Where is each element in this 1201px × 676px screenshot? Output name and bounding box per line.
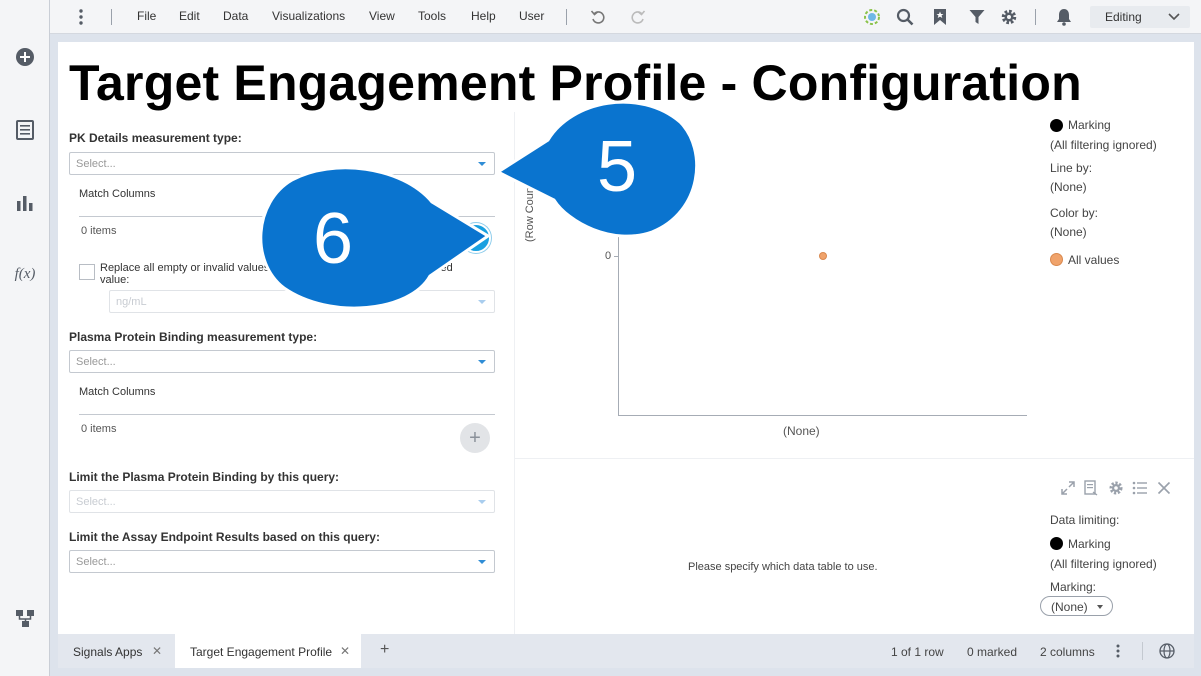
data-table-icon[interactable] xyxy=(13,118,37,142)
callout-6-icon xyxy=(259,166,491,310)
limit-assay-placeholder: Select... xyxy=(76,556,116,568)
close-icon[interactable]: ✕ xyxy=(152,644,162,658)
callout-6-number: 6 xyxy=(313,199,354,279)
row-count-status[interactable]: 1 of 1 row xyxy=(891,645,944,659)
menu-user[interactable]: User xyxy=(519,9,544,23)
legend-line-by-value[interactable]: (None) xyxy=(1050,180,1087,194)
mode-select[interactable]: Editing xyxy=(1090,6,1190,28)
data-canvas-icon[interactable] xyxy=(13,606,37,630)
scatter-point[interactable] xyxy=(819,252,827,260)
add-page-button[interactable]: + xyxy=(380,634,389,668)
legend-line-by-label: Line by: xyxy=(1050,161,1093,175)
all-values-legend-dot xyxy=(1050,253,1063,266)
dropdown-arrow-icon xyxy=(478,500,486,504)
ppb-add-column-button[interactable]: + xyxy=(460,423,490,453)
dropdown-arrow-icon xyxy=(478,360,486,364)
limit-assay-select[interactable]: Select... xyxy=(69,550,495,573)
function-icon[interactable]: f(x) xyxy=(13,262,37,286)
ppb-match-columns-label: Match Columns xyxy=(79,386,156,398)
marked-count-status[interactable]: 0 marked xyxy=(967,645,1017,659)
bar-chart-icon[interactable] xyxy=(13,190,37,214)
legend-color-by-value[interactable]: (None) xyxy=(1050,225,1087,239)
more-vertical-icon[interactable] xyxy=(1108,641,1128,661)
menu-tools[interactable]: Tools xyxy=(418,9,446,23)
menu-view[interactable]: View xyxy=(369,9,395,23)
tab-signals-apps-label: Signals Apps xyxy=(73,645,143,659)
menu-edit[interactable]: Edit xyxy=(179,9,200,23)
legend-all-values[interactable]: All values xyxy=(1068,253,1119,267)
tab-target-engagement-profile[interactable]: Target Engagement Profile ✕ xyxy=(175,634,361,668)
y-tick-label: 0 xyxy=(605,250,612,262)
dropdown-arrow-icon xyxy=(478,560,486,564)
panel-horizontal-divider xyxy=(515,458,1194,459)
filter-icon[interactable] xyxy=(967,7,987,27)
menu-data[interactable]: Data xyxy=(223,9,248,23)
mode-value: Editing xyxy=(1105,10,1142,24)
replace-empty-checkbox[interactable] xyxy=(79,264,95,280)
menu-visualizations[interactable]: Visualizations xyxy=(272,9,345,23)
menu-file[interactable]: File xyxy=(137,9,156,23)
more-vertical-icon[interactable] xyxy=(71,7,91,27)
lower-marking-dot xyxy=(1050,537,1063,550)
close-icon[interactable] xyxy=(1155,479,1173,497)
ppb-match-columns-divider xyxy=(79,414,495,415)
tab-signals-apps[interactable]: Signals Apps ✕ xyxy=(58,634,175,668)
ppb-measurement-label: Plasma Protein Binding measurement type: xyxy=(69,330,318,344)
dropdown-arrow-icon xyxy=(1097,605,1103,609)
close-icon[interactable]: ✕ xyxy=(340,644,350,658)
no-data-table-message: Please specify which data table to use. xyxy=(688,561,878,573)
gear-icon[interactable] xyxy=(999,7,1019,27)
chevron-down-icon xyxy=(1168,10,1180,24)
menu-help[interactable]: Help xyxy=(471,9,496,23)
lower-marking[interactable]: Marking xyxy=(1068,537,1111,551)
ppb-items-count: 0 items xyxy=(81,423,117,435)
bookmark-icon[interactable] xyxy=(930,7,950,27)
panel-settings-icon[interactable] xyxy=(1107,479,1125,497)
pk-items-count: 0 items xyxy=(81,225,117,237)
ai-recommendations-icon[interactable] xyxy=(862,7,882,27)
callout-5-number: 5 xyxy=(597,127,638,207)
legend-marking[interactable]: Marking xyxy=(1068,118,1111,132)
replace-unit-value: ng/mL xyxy=(116,296,147,308)
legend-marking-note: (All filtering ignored) xyxy=(1050,138,1157,152)
data-limiting-label: Data limiting: xyxy=(1050,513,1120,527)
lower-marking-note: (All filtering ignored) xyxy=(1050,557,1157,571)
marking-select[interactable]: (None) xyxy=(1040,596,1113,616)
limit-ppb-label: Limit the Plasma Protein Binding by this… xyxy=(69,470,340,484)
notifications-bell-icon[interactable] xyxy=(1054,7,1074,27)
marking-select-value: (None) xyxy=(1051,600,1088,614)
limit-ppb-placeholder: Select... xyxy=(76,496,116,508)
limit-ppb-select[interactable]: Select... xyxy=(69,490,495,513)
maximize-icon[interactable] xyxy=(1059,479,1077,497)
left-rail: f(x) xyxy=(0,0,50,676)
bottom-bar: Signals Apps ✕ Target Engagement Profile… xyxy=(58,634,1194,668)
menu-bar: File Edit Data Visualizations View Tools… xyxy=(50,0,1201,34)
tab-target-engagement-profile-label: Target Engagement Profile xyxy=(190,645,333,659)
add-icon[interactable] xyxy=(13,45,37,69)
pk-measurement-label: PK Details measurement type: xyxy=(69,131,242,145)
globe-icon[interactable] xyxy=(1157,641,1177,661)
search-icon[interactable] xyxy=(895,7,915,27)
marking-legend-dot xyxy=(1050,119,1063,132)
x-axis-label[interactable]: (None) xyxy=(783,424,820,438)
list-icon[interactable] xyxy=(1131,479,1149,497)
redo-icon[interactable] xyxy=(628,7,648,27)
x-axis xyxy=(618,415,1027,416)
description-icon[interactable] xyxy=(1082,479,1100,497)
callout-5-icon xyxy=(494,100,699,238)
pk-measurement-placeholder: Select... xyxy=(76,158,116,170)
marking-label: Marking: xyxy=(1050,580,1097,594)
ppb-measurement-select[interactable]: Select... xyxy=(69,350,495,373)
ppb-measurement-placeholder: Select... xyxy=(76,356,116,368)
undo-icon[interactable] xyxy=(588,7,608,27)
limit-assay-label: Limit the Assay Endpoint Results based o… xyxy=(69,530,380,544)
column-count-status[interactable]: 2 columns xyxy=(1040,645,1095,659)
pk-match-columns-label: Match Columns xyxy=(79,188,156,200)
legend-color-by-label: Color by: xyxy=(1050,206,1099,220)
